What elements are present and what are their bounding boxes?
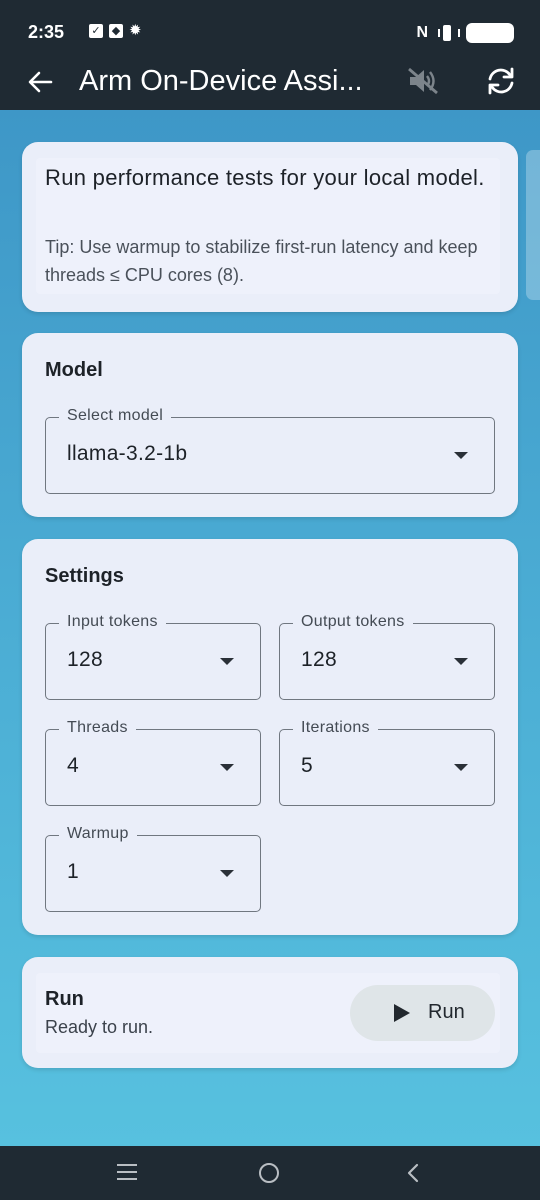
output-tokens-value: 128 [301, 648, 337, 671]
vibrate-icon [438, 24, 460, 42]
model-select-value: llama-3.2-1b [67, 442, 188, 465]
play-icon [394, 1004, 410, 1022]
model-select[interactable]: Select model llama-3.2-1b [45, 407, 495, 494]
iterations-select[interactable]: Iterations 5 [279, 719, 495, 806]
battery-icon [466, 23, 514, 43]
iterations-value: 5 [301, 754, 313, 777]
refresh-icon[interactable] [484, 66, 518, 96]
model-card: Model Select model llama-3.2-1b [22, 333, 518, 517]
main-content[interactable]: Run performance tests for your local mod… [0, 110, 540, 1146]
app-bar: Arm On-Device Assi... [0, 64, 540, 110]
app-title: Arm On-Device Assi... [79, 65, 363, 97]
status-time: 2:35 [28, 22, 65, 42]
iterations-label: Iterations [293, 719, 378, 737]
dropdown-arrow-icon [220, 870, 234, 877]
run-status: Ready to run. [45, 1017, 154, 1037]
output-tokens-label: Output tokens [293, 613, 413, 631]
run-section-title: Run [45, 988, 84, 1010]
system-icons: N [416, 23, 514, 43]
dropdown-arrow-icon [220, 764, 234, 771]
dropdown-arrow-icon [454, 452, 468, 459]
tip-text: Tip: Use warmup to stabilize first-run l… [45, 237, 478, 285]
output-tokens-select[interactable]: Output tokens 128 [279, 613, 495, 700]
warmup-label: Warmup [59, 825, 137, 843]
intro-card: Run performance tests for your local mod… [22, 142, 518, 312]
input-tokens-select[interactable]: Input tokens 128 [45, 613, 261, 700]
back-nav-icon[interactable] [403, 1163, 423, 1183]
input-tokens-value: 128 [67, 648, 103, 671]
run-button[interactable]: Run [350, 985, 495, 1041]
warmup-value: 1 [67, 860, 79, 883]
settings-card: Settings Input tokens 128 Output tokens … [22, 539, 518, 935]
settings-section-title: Settings [45, 565, 124, 587]
threads-select[interactable]: Threads 4 [45, 719, 261, 806]
warmup-select[interactable]: Warmup 1 [45, 825, 261, 912]
recent-apps-icon[interactable] [117, 1164, 137, 1180]
scrollbar[interactable] [526, 150, 540, 300]
nfc-icon: N [416, 24, 428, 41]
dropdown-arrow-icon [454, 658, 468, 665]
status-bar: 2:35 ✓ ◆ ✹ N [0, 0, 540, 64]
input-tokens-label: Input tokens [59, 613, 166, 631]
model-select-label: Select model [59, 407, 172, 425]
threads-label: Threads [59, 719, 136, 737]
dropdown-arrow-icon [454, 764, 468, 771]
back-arrow-icon[interactable] [26, 68, 54, 96]
run-button-label: Run [428, 1001, 465, 1023]
home-icon[interactable] [259, 1163, 279, 1183]
volume-off-icon[interactable] [406, 66, 440, 96]
settings-notification-icon: ✹ [129, 22, 142, 39]
threads-value: 4 [67, 754, 79, 777]
dropdown-arrow-icon [220, 658, 234, 665]
checkbox-notification-icon: ✓ [89, 24, 103, 38]
model-section-title: Model [45, 359, 103, 381]
intro-text: Run performance tests for your local mod… [45, 165, 485, 190]
notification-icons: ✓ ◆ ✹ [89, 22, 142, 39]
run-card: Run Ready to run. Run [22, 957, 518, 1068]
navigation-bar [0, 1146, 540, 1200]
app-notification-icon: ◆ [109, 24, 123, 38]
